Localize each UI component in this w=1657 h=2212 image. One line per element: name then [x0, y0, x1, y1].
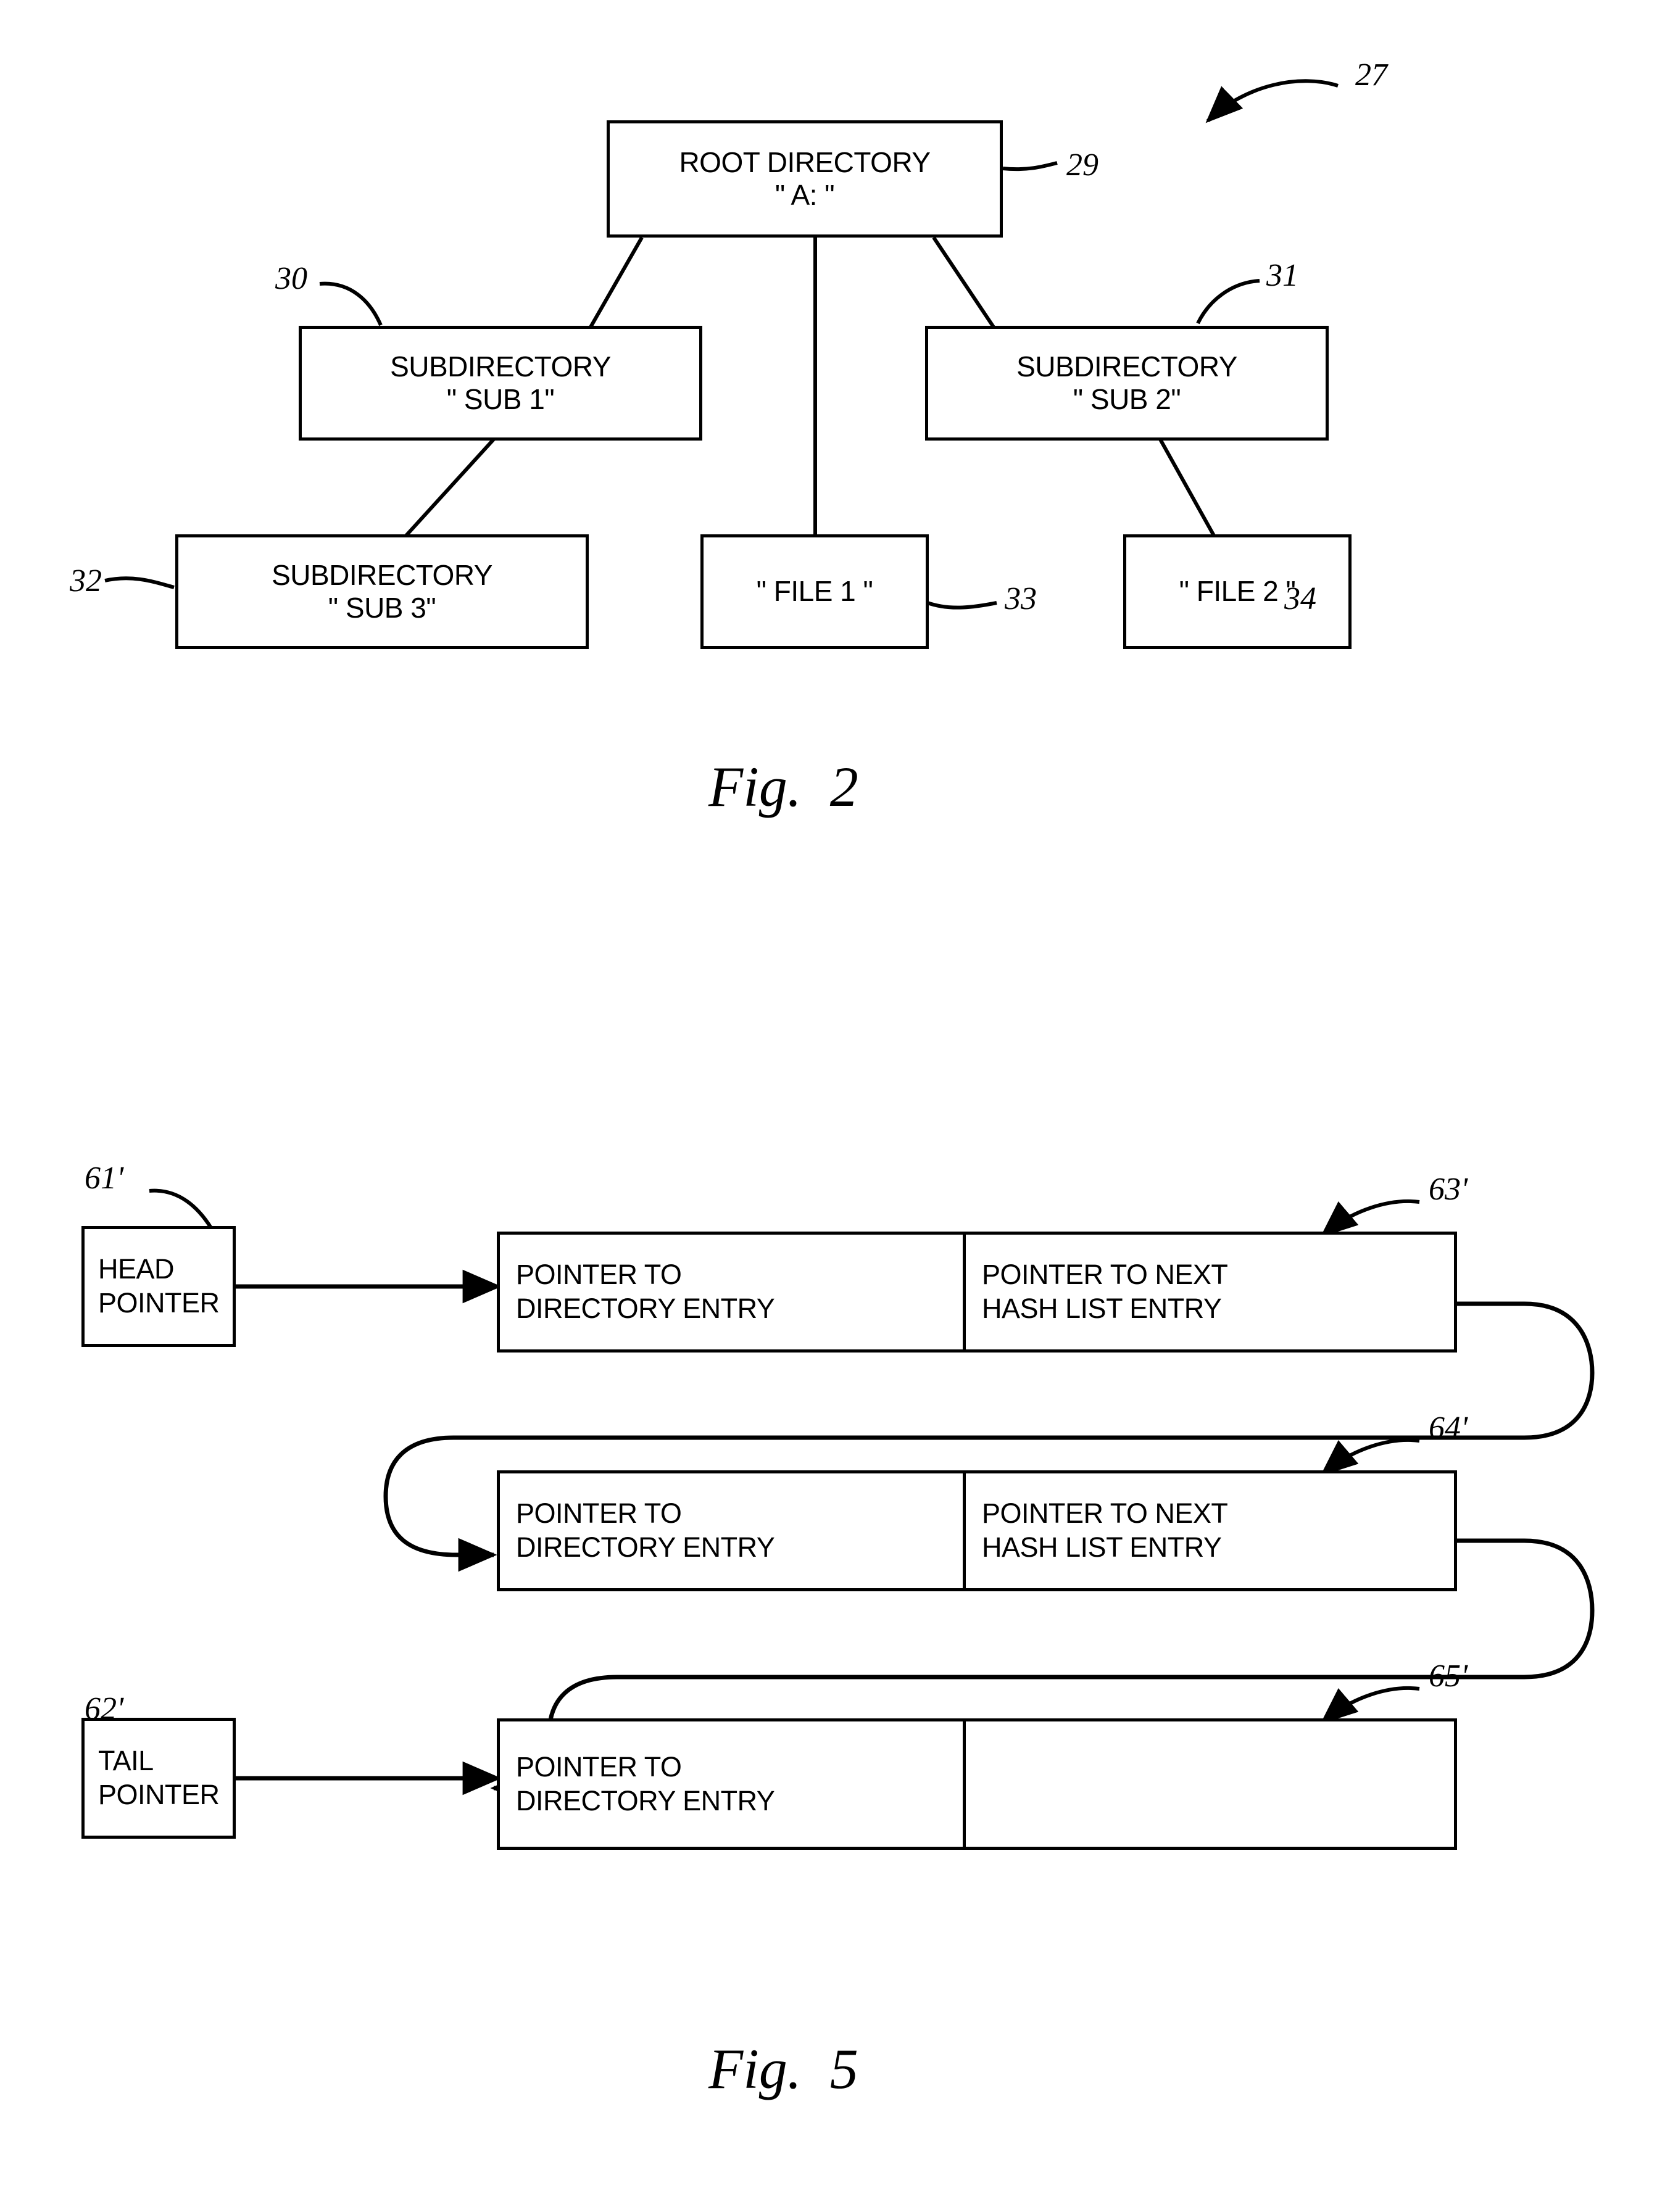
- hash-entry-directory-pointer-line2: DIRECTORY ENTRY: [516, 1293, 775, 1324]
- hash-entry-directory-pointer-cell[interactable]: POINTER TO DIRECTORY ENTRY: [500, 1473, 963, 1588]
- hash-entry-directory-pointer-cell[interactable]: POINTER TO DIRECTORY ENTRY: [500, 1235, 963, 1349]
- hash-entry-next-pointer-cell[interactable]: POINTER TO NEXT HASH LIST ENTRY: [963, 1473, 1454, 1588]
- hash-list-entry[interactable]: POINTER TO DIRECTORY ENTRY POINTER TO NE…: [497, 1232, 1457, 1352]
- ref-numeral-65-prime: 65': [1429, 1659, 1468, 1694]
- figure-5-caption: Fig. 5: [708, 2036, 858, 2102]
- figure-2-caption: Fig. 2: [708, 754, 858, 819]
- node-subdirectory-sub1-line2: " SUB 1": [446, 383, 555, 415]
- ref-numeral-62-prime: 62': [85, 1691, 124, 1726]
- hash-entry-next-pointer-line1: POINTER TO NEXT: [982, 1259, 1228, 1291]
- node-file-1[interactable]: " FILE 1 ": [700, 534, 929, 649]
- figure-5-caption-number: 5: [829, 2037, 858, 2100]
- head-pointer[interactable]: HEAD POINTER: [81, 1226, 236, 1347]
- node-subdirectory-sub2-line1: SUBDIRECTORY: [1016, 350, 1237, 383]
- node-root-directory-line1: ROOT DIRECTORY: [679, 146, 931, 178]
- node-root-directory-line2: " A: ": [775, 179, 835, 211]
- figure-2-caption-number: 2: [829, 755, 858, 818]
- node-file-2[interactable]: " FILE 2 ": [1123, 534, 1352, 649]
- hash-entry-directory-pointer-line2: DIRECTORY ENTRY: [516, 1531, 775, 1563]
- hash-entry-next-pointer-line1: POINTER TO NEXT: [982, 1497, 1228, 1530]
- fig5-arrows: [138, 1269, 502, 1796]
- hash-entry-null-next-pointer-cell[interactable]: [963, 1721, 1454, 1847]
- ref-numeral-29: 29: [1066, 147, 1098, 183]
- figure-2-caption-prefix: Fig.: [708, 755, 802, 818]
- hash-entry-directory-pointer-line1: POINTER TO: [516, 1750, 682, 1783]
- hash-entry-directory-pointer-cell[interactable]: POINTER TO DIRECTORY ENTRY: [500, 1721, 963, 1847]
- ref-numeral-30: 30: [275, 261, 307, 296]
- tail-pointer[interactable]: TAIL POINTER: [81, 1718, 236, 1839]
- patent-drawing-sheet: ROOT DIRECTORY " A: " 29 27 SUBDIRECTORY…: [0, 0, 1657, 2212]
- ref-numeral-27: 27: [1355, 57, 1387, 93]
- hash-entry-next-pointer-line2: HASH LIST ENTRY: [982, 1293, 1222, 1324]
- node-subdirectory-sub3-line1: SUBDIRECTORY: [272, 558, 492, 591]
- ref-numeral-64-prime: 64': [1429, 1410, 1468, 1446]
- node-subdirectory-sub3[interactable]: SUBDIRECTORY " SUB 3": [175, 534, 589, 649]
- hash-entry-directory-pointer-line1: POINTER TO: [516, 1497, 682, 1530]
- hash-entry-directory-pointer-line1: POINTER TO: [516, 1259, 682, 1291]
- hash-entry-next-pointer-cell[interactable]: POINTER TO NEXT HASH LIST ENTRY: [963, 1235, 1454, 1349]
- node-subdirectory-sub3-line2: " SUB 3": [328, 592, 436, 624]
- node-file-2-label: " FILE 2 ": [1179, 575, 1296, 608]
- node-subdirectory-sub1[interactable]: SUBDIRECTORY " SUB 1": [299, 326, 702, 441]
- node-subdirectory-sub2[interactable]: SUBDIRECTORY " SUB 2": [925, 326, 1329, 441]
- ref-numeral-61-prime: 61': [85, 1161, 124, 1196]
- ref-numeral-32: 32: [70, 563, 102, 599]
- ref-numeral-31: 31: [1266, 258, 1298, 293]
- node-root-directory[interactable]: ROOT DIRECTORY " A: ": [607, 120, 1003, 238]
- hash-list-entry[interactable]: POINTER TO DIRECTORY ENTRY POINTER TO NE…: [497, 1470, 1457, 1591]
- tail-pointer-line2: POINTER: [98, 1779, 220, 1810]
- head-pointer-line2: POINTER: [98, 1287, 220, 1319]
- tail-pointer-line1: TAIL: [98, 1745, 154, 1777]
- hash-entry-directory-pointer-line2: DIRECTORY ENTRY: [516, 1784, 775, 1816]
- ref-numeral-33: 33: [1005, 581, 1037, 616]
- ref-numeral-34: 34: [1284, 581, 1316, 616]
- ref-numeral-63-prime: 63': [1429, 1172, 1468, 1207]
- node-subdirectory-sub2-line2: " SUB 2": [1073, 383, 1181, 415]
- hash-entry-next-pointer-line2: HASH LIST ENTRY: [982, 1531, 1222, 1563]
- connector-artwork: [104, 79, 1595, 1849]
- hash-list-entry[interactable]: POINTER TO DIRECTORY ENTRY: [497, 1718, 1457, 1850]
- node-file-1-label: " FILE 1 ": [756, 575, 873, 608]
- node-subdirectory-sub1-line1: SUBDIRECTORY: [390, 350, 611, 383]
- figure-5-caption-prefix: Fig.: [708, 2037, 802, 2100]
- head-pointer-line1: HEAD: [98, 1253, 175, 1285]
